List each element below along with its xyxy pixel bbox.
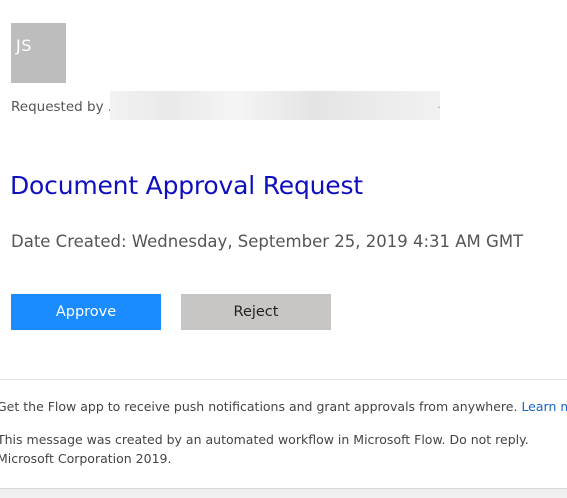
- footer-automated-notice: This message was created by an automated…: [0, 432, 529, 447]
- footer-divider: [0, 379, 567, 380]
- learn-more-link[interactable]: Learn more: [521, 399, 567, 414]
- reject-button-label: Reject: [233, 304, 279, 320]
- approve-button[interactable]: Approve: [11, 294, 161, 330]
- approve-button-label: Approve: [55, 304, 117, 320]
- redacted-requester-tail: .: [437, 97, 441, 111]
- avatar-initials: JS: [16, 36, 32, 55]
- reject-button[interactable]: Reject: [181, 294, 331, 330]
- redacted-requester-name: [110, 91, 440, 120]
- request-title: Document Approval Request: [10, 171, 363, 200]
- footer-copyright: Microsoft Corporation 2019.: [0, 451, 172, 466]
- requested-by-label: Requested by .: [11, 99, 113, 115]
- date-created: Date Created: Wednesday, September 25, 2…: [11, 232, 524, 251]
- footer-app-prompt-line: Get the Flow app to receive push notific…: [0, 399, 567, 414]
- footer-app-prompt: Get the Flow app to receive push notific…: [0, 399, 518, 414]
